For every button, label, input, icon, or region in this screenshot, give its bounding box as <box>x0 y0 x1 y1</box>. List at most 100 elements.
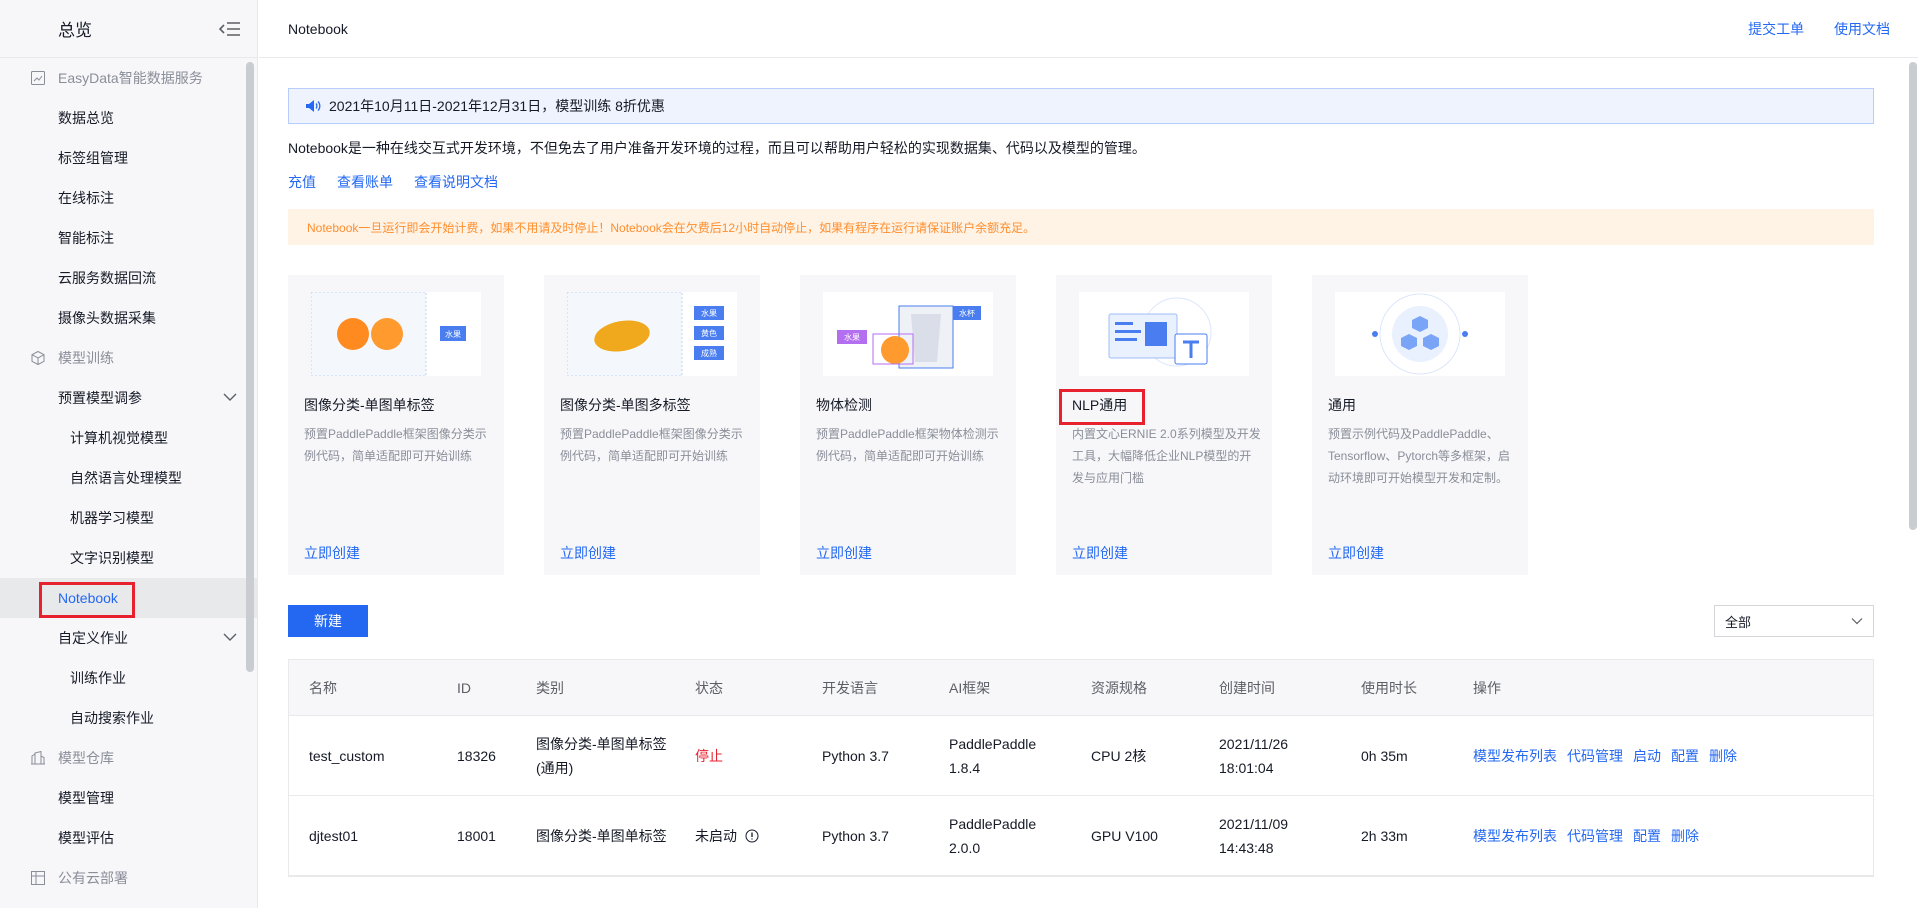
cell-duration: 2h 33m <box>1361 827 1408 844</box>
sidebar-item-cloud-data-reflow[interactable]: 云服务数据回流 <box>0 258 257 298</box>
card-image: 水果 <box>311 292 481 376</box>
sidebar-item-label: Notebook <box>58 590 118 606</box>
detection-illustration: 水果 水杯 <box>837 305 981 369</box>
create-now-link[interactable]: 立即创建 <box>816 543 872 563</box>
sidebar-item-model-management[interactable]: 模型管理 <box>0 778 257 818</box>
sidebar-item-smart-annotation[interactable]: 智能标注 <box>0 218 257 258</box>
create-now-link[interactable]: 立即创建 <box>560 543 616 563</box>
sidebar-item-label: 云服务数据回流 <box>58 270 156 286</box>
model-release-list-link[interactable]: 模型发布列表 <box>1473 748 1557 764</box>
notebook-description: Notebook是一种在线交互式开发环境，不但免去了用户准备开发环境的过程，而且… <box>288 140 1146 156</box>
template-card-general[interactable]: 通用 预置示例代码及PaddlePaddle、Tensorflow、Pytorc… <box>1312 275 1528 575</box>
card-title: 物体检测 <box>816 397 872 413</box>
sidebar-item-label: 标签组管理 <box>58 150 128 166</box>
view-bill-link[interactable]: 查看账单 <box>337 172 393 192</box>
template-card-nlp[interactable]: NLP通用 内置文心ERNIE 2.0系列模型及开发工具，大幅降低企业NLP模型… <box>1056 275 1272 575</box>
main-content: 2021年10月11日-2021年12月31日，模型训练 8折优惠 Notebo… <box>288 58 1874 877</box>
sidebar: 总览 EasyData智能数据服务 数据总览 标签组管理 在线标注 智能标注 云… <box>0 0 258 908</box>
card-title: NLP通用 <box>1072 397 1128 413</box>
sidebar-group-model-training[interactable]: 模型训练 <box>0 338 257 378</box>
sidebar-item-ml-model[interactable]: 机器学习模型 <box>0 498 257 538</box>
sidebar-group-label: EasyData智能数据服务 <box>58 70 203 86</box>
card-image: 水果 黄色 成熟 <box>567 292 737 376</box>
card-description: 预置PaddlePaddle框架图像分类示例代码，简单适配即可开始训练 <box>304 427 487 463</box>
card-title: 通用 <box>1328 397 1356 413</box>
sidebar-item-cv-model[interactable]: 计算机视觉模型 <box>0 418 257 458</box>
config-link[interactable]: 配置 <box>1671 748 1699 764</box>
submit-ticket-link[interactable]: 提交工单 <box>1748 21 1804 37</box>
cell-resource: GPU V100 <box>1091 827 1158 844</box>
column-header: 使用时长 <box>1361 679 1417 696</box>
create-now-link[interactable]: 立即创建 <box>304 543 360 563</box>
delete-link[interactable]: 删除 <box>1671 828 1699 844</box>
sidebar-scrollbar[interactable] <box>246 62 254 672</box>
view-docs-link[interactable]: 查看说明文档 <box>414 172 498 192</box>
collapse-menu-icon[interactable] <box>219 20 241 38</box>
recharge-link[interactable]: 充值 <box>288 172 316 192</box>
main-scrollbar[interactable] <box>1909 62 1917 530</box>
topbar: Notebook 提交工单 使用文档 <box>259 0 1918 58</box>
sidebar-item-label: 计算机视觉模型 <box>70 430 168 446</box>
cell-created: 2021/11/09 14:43:48 <box>1219 815 1289 856</box>
code-management-link[interactable]: 代码管理 <box>1567 828 1623 844</box>
create-now-link[interactable]: 立即创建 <box>1072 543 1128 563</box>
cell-created: 2021/11/26 18:01:04 <box>1219 735 1289 776</box>
speaker-icon <box>306 100 321 112</box>
card-title: 图像分类-单图多标签 <box>560 397 691 413</box>
column-header: 创建时间 <box>1219 679 1275 696</box>
sidebar-item-ocr-model[interactable]: 文字识别模型 <box>0 538 257 578</box>
cell-category: 图像分类-单图单标签(通用) <box>536 735 667 776</box>
sidebar-item-training-job[interactable]: 训练作业 <box>0 658 257 698</box>
cell-framework: PaddlePaddle 2.0.0 <box>949 815 1037 856</box>
create-now-link[interactable]: 立即创建 <box>1328 543 1384 563</box>
sidebar-item-data-overview[interactable]: 数据总览 <box>0 98 257 138</box>
column-header: 开发语言 <box>822 679 878 696</box>
sidebar-item-camera-collection[interactable]: 摄像头数据采集 <box>0 298 257 338</box>
column-header: ID <box>457 679 471 696</box>
sidebar-item-label: 模型管理 <box>58 790 114 806</box>
info-icon[interactable] <box>745 829 759 843</box>
template-card-image-multi[interactable]: 水果 黄色 成熟 图像分类-单图多标签 预置PaddlePaddle框架图像分类… <box>544 275 760 575</box>
template-card-object-detection[interactable]: 水果 水杯 物体检测 预置PaddlePaddle框架物体检测示例代码，简单适配… <box>800 275 1016 575</box>
delete-link[interactable]: 删除 <box>1709 748 1737 764</box>
card-description: 预置示例代码及PaddlePaddle、Tensorflow、Pytorch等多… <box>1328 427 1511 485</box>
sidebar-group-easydata[interactable]: EasyData智能数据服务 <box>0 58 257 98</box>
sidebar-group-model-repo[interactable]: 模型仓库 <box>0 738 257 778</box>
sidebar-item-label: 预置模型调参 <box>58 390 142 406</box>
sidebar-item-online-annotation[interactable]: 在线标注 <box>0 178 257 218</box>
sidebar-title[interactable]: 总览 <box>58 16 92 41</box>
model-release-list-link[interactable]: 模型发布列表 <box>1473 828 1557 844</box>
column-header: 操作 <box>1473 679 1501 696</box>
card-title: 图像分类-单图单标签 <box>304 397 435 413</box>
sidebar-group-label: 模型仓库 <box>58 750 114 766</box>
cell-name: test_custom <box>309 747 385 764</box>
docs-link[interactable]: 使用文档 <box>1834 21 1890 37</box>
sidebar-item-nlp-model[interactable]: 自然语言处理模型 <box>0 458 257 498</box>
sidebar-item-model-evaluation[interactable]: 模型评估 <box>0 818 257 858</box>
cell-resource: CPU 2核 <box>1091 747 1147 764</box>
sidebar-group-public-cloud-deploy[interactable]: 公有云部署 <box>0 858 257 898</box>
cell-framework: PaddlePaddle 1.8.4 <box>949 735 1037 776</box>
cell-id: 18326 <box>457 747 496 764</box>
cloud-deploy-icon <box>31 871 45 885</box>
card-description: 预置PaddlePaddle框架图像分类示例代码，简单适配即可开始训练 <box>560 427 743 463</box>
mango-illustration: 水果 黄色 成熟 <box>567 292 724 376</box>
sidebar-item-preset-tuning[interactable]: 预置模型调参 <box>0 378 257 418</box>
sidebar-item-custom-job[interactable]: 自定义作业 <box>0 618 257 658</box>
sidebar-item-label-groups[interactable]: 标签组管理 <box>0 138 257 178</box>
sidebar-item-label: 训练作业 <box>70 670 126 686</box>
topbar-links: 提交工单 使用文档 <box>1722 19 1890 39</box>
sidebar-item-notebook[interactable]: Notebook <box>0 578 257 618</box>
tag-label: 水杯 <box>959 308 975 318</box>
list-toolbar: 新建 全部 <box>288 605 1874 637</box>
start-link[interactable]: 启动 <box>1633 748 1661 764</box>
template-card-image-single[interactable]: 水果 图像分类-单图单标签 预置PaddlePaddle框架图像分类示例代码，简… <box>288 275 504 575</box>
sidebar-item-label: 模型评估 <box>58 830 114 846</box>
orange-illustration: 水果 <box>311 292 466 376</box>
sidebar-group-label: 公有云部署 <box>58 870 128 886</box>
sidebar-item-auto-search-job[interactable]: 自动搜索作业 <box>0 698 257 738</box>
config-link[interactable]: 配置 <box>1633 828 1661 844</box>
code-management-link[interactable]: 代码管理 <box>1567 748 1623 764</box>
status-filter-select[interactable]: 全部 <box>1714 605 1874 637</box>
new-notebook-button[interactable]: 新建 <box>288 605 368 637</box>
